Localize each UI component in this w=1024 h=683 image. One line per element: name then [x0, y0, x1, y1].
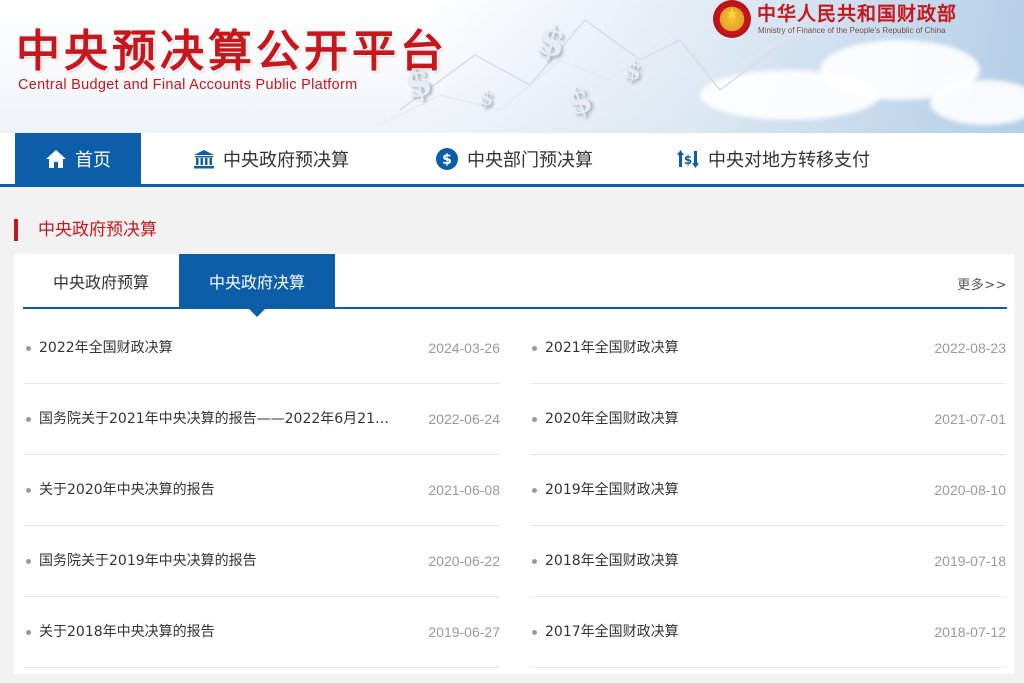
list-item-date: 2021-06-08: [428, 482, 500, 498]
nav-item-central-government-budget[interactable]: 中央政府预决算: [193, 133, 349, 184]
nav-item-home[interactable]: 首页: [15, 133, 141, 184]
site-header: $ $ $ $ $ 中央预决算公开平台 Central Budget and F…: [0, 0, 1024, 133]
list-item-date: 2018-07-12: [934, 624, 1006, 640]
list-item-date: 2020-06-22: [428, 553, 500, 569]
nav-item-label: 首页: [75, 149, 111, 171]
dollar-sign-decoration-icon: $: [623, 54, 644, 87]
list-item[interactable]: 2019年全国财政决算 2020-08-10: [530, 455, 1006, 526]
nav-item-label: 中央部门预决算: [467, 149, 593, 171]
list-item[interactable]: 国务院关于2021年中央决算的报告——2022年6月21日在第十三届全国人民代表…: [24, 384, 500, 455]
list-item[interactable]: 关于2020年中央决算的报告 2021-06-08: [24, 455, 500, 526]
dollar-circle-icon: $: [435, 147, 459, 171]
list-item-title[interactable]: 2021年全国财政决算: [545, 338, 905, 358]
tab-central-government-budget[interactable]: 中央政府预算: [23, 254, 179, 307]
login-link[interactable]: 登录: [946, 70, 974, 90]
list-item-date: 2021-07-01: [934, 411, 1006, 427]
site-logo-title[interactable]: 中央预决算公开平台: [16, 28, 448, 76]
home-icon: [45, 149, 67, 169]
bullet-dot-icon: [532, 346, 537, 351]
national-emblem-icon[interactable]: [713, 0, 751, 38]
transfer-payment-icon: $: [676, 149, 700, 169]
svg-text:$: $: [442, 152, 452, 168]
more-link[interactable]: 更多>>: [957, 274, 1007, 293]
bullet-dot-icon: [532, 630, 537, 635]
svg-text:$: $: [684, 153, 692, 167]
site-logo-subtitle: Central Budget and Final Accounts Public…: [18, 77, 358, 93]
list-item-title[interactable]: 国务院关于2019年中央决算的报告: [39, 551, 399, 571]
bullet-dot-icon: [532, 417, 537, 422]
list-item[interactable]: 2020年全国财政决算 2021-07-01: [530, 384, 1006, 455]
list-item-title[interactable]: 关于2018年中央决算的报告: [39, 622, 399, 642]
list-item-title[interactable]: 2018年全国财政决算: [545, 551, 905, 571]
ministry-name-english: Ministry of Finance of the People’s Repu…: [758, 26, 946, 35]
list-item-date: 2024-03-26: [428, 340, 500, 356]
list-item[interactable]: 2018年全国财政决算 2019-07-18: [530, 526, 1006, 597]
list-item[interactable]: 国务院关于2019年中央决算的报告 2020-06-22: [24, 526, 500, 597]
nav-item-label: 中央对地方转移支付: [708, 149, 870, 171]
nav-item-transfer-payment[interactable]: $ 中央对地方转移支付: [676, 133, 870, 184]
list-item-title[interactable]: 2019年全国财政决算: [545, 480, 905, 500]
article-list-left: 2022年全国财政决算 2024-03-26 国务院关于2021年中央决算的报告…: [24, 313, 500, 668]
list-item-title[interactable]: 2017年全国财政决算: [545, 622, 905, 642]
nav-item-central-department-budget[interactable]: $ 中央部门预决算: [435, 133, 593, 184]
bullet-dot-icon: [26, 417, 31, 422]
article-list-right: 2021年全国财政决算 2022-08-23 2020年全国财政决算 2021-…: [530, 313, 1006, 668]
content-panel: 中央政府预算 中央政府决算 更多>> 2022年全国财政决算 2024-03-2…: [14, 254, 1014, 674]
main-nav: 首页 中央政府预决算 $ 中央部门预决算 $ 中央对地方转移支付: [0, 133, 1024, 187]
list-item-title[interactable]: 国务院关于2021年中央决算的报告——2022年6月21日在第十三届全国人民代表…: [39, 409, 399, 429]
list-item-title[interactable]: 关于2020年中央决算的报告: [39, 480, 399, 500]
list-item[interactable]: 2022年全国财政决算 2024-03-26: [24, 313, 500, 384]
tab-bar: 中央政府预算 中央政府决算 更多>>: [23, 254, 1007, 317]
list-item[interactable]: 2021年全国财政决算 2022-08-23: [530, 313, 1006, 384]
government-building-icon: [193, 149, 215, 169]
list-item-title[interactable]: 2020年全国财政决算: [545, 409, 905, 429]
bullet-dot-icon: [532, 559, 537, 564]
ministry-name[interactable]: 中华人民共和国财政部: [757, 3, 957, 25]
nav-item-label: 中央政府预决算: [223, 149, 349, 171]
list-item-date: 2022-08-23: [934, 340, 1006, 356]
bullet-dot-icon: [26, 559, 31, 564]
bullet-dot-icon: [26, 346, 31, 351]
bullet-dot-icon: [532, 488, 537, 493]
list-item-date: 2019-06-27: [428, 624, 500, 640]
list-item-date: 2022-06-24: [428, 411, 500, 427]
bullet-dot-icon: [26, 630, 31, 635]
list-item-title[interactable]: 2022年全国财政决算: [39, 338, 399, 358]
list-item[interactable]: 关于2018年中央决算的报告 2019-06-27: [24, 597, 500, 668]
list-item-date: 2019-07-18: [934, 553, 1006, 569]
list-item[interactable]: 2017年全国财政决算 2018-07-12: [530, 597, 1006, 668]
list-item-date: 2020-08-10: [934, 482, 1006, 498]
section-title: 中央政府预决算: [14, 219, 157, 241]
tab-central-government-final-accounts[interactable]: 中央政府决算: [179, 254, 335, 317]
bullet-dot-icon: [26, 488, 31, 493]
